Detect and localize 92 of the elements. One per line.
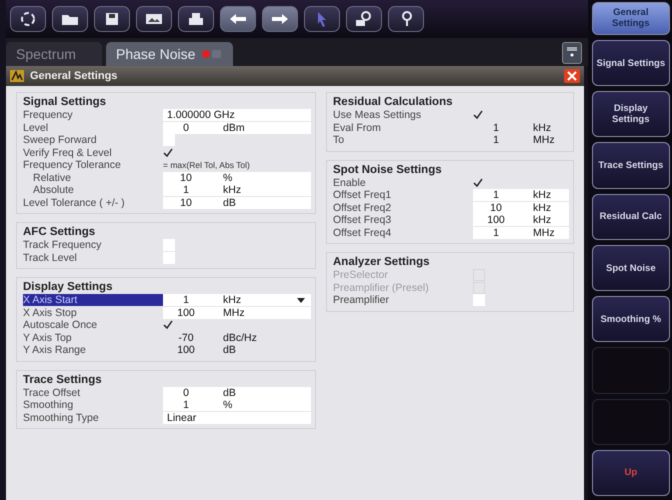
value-field[interactable]: 1.000000 GHz (163, 109, 311, 122)
setting-label[interactable]: Smoothing Type (23, 412, 163, 424)
setting-label[interactable]: Track Frequency (23, 239, 163, 252)
toolbar-button[interactable] (178, 6, 214, 32)
save-icon (105, 12, 119, 26)
softkey[interactable]: Display Settings (592, 91, 670, 138)
app-icon (10, 70, 24, 82)
softkey[interactable]: Residual Calc (592, 194, 670, 240)
status-icon (201, 49, 224, 59)
value-field[interactable]: 1 MHz (473, 226, 569, 239)
setting-label[interactable]: Track Level (23, 252, 163, 264)
value-field[interactable]: 1 kHz (473, 189, 569, 202)
value-readout: 1 MHz (492, 134, 556, 146)
group-title: Trace Settings (23, 372, 103, 386)
setting-label[interactable]: Absolute (23, 184, 163, 196)
value-field[interactable]: 1 kHz (163, 184, 311, 196)
setting-label[interactable]: Trace Offset (23, 386, 163, 399)
value-field[interactable]: 1 % (163, 399, 311, 412)
toolbar-button[interactable] (52, 6, 88, 32)
value-field[interactable]: 1 kHz (163, 294, 311, 306)
group-title: Analyzer Settings (333, 255, 430, 269)
toolbar-button[interactable] (94, 6, 130, 32)
more-button[interactable] (562, 42, 582, 64)
toolbar-button[interactable] (10, 6, 46, 32)
group-title: Residual Calculations (333, 95, 454, 109)
value-readout: 100 dB (176, 344, 237, 356)
group-title: AFC Settings (23, 225, 96, 239)
up-softkey[interactable]: Up (592, 450, 670, 496)
menu-softkey[interactable]: General Settings (592, 2, 670, 35)
value-readout: 1 kHz (492, 122, 552, 134)
tab[interactable]: Spectrum (6, 42, 102, 66)
setting-label[interactable]: Y Axis Top (23, 332, 163, 344)
softkey[interactable]: Smoothing % (592, 296, 670, 342)
check-mark[interactable] (473, 178, 483, 188)
setting-label[interactable]: Enable (333, 176, 473, 189)
setting-label[interactable]: Level Tolerance ( +/- ) (23, 196, 163, 209)
value-field[interactable]: 0 dBm (163, 122, 311, 134)
setting-label[interactable]: Autoscale Once (23, 319, 163, 332)
setting-label[interactable]: Eval From (333, 122, 473, 134)
more-icon (564, 44, 579, 58)
setting-label[interactable]: Frequency (23, 109, 163, 122)
softkey[interactable]: Signal Settings (592, 40, 670, 86)
folder-icon (61, 12, 79, 26)
tab[interactable]: Phase Noise (106, 42, 234, 66)
setting-label[interactable]: Offset Freq3 (333, 214, 473, 226)
setting-label[interactable]: To (333, 134, 473, 146)
value-field[interactable]: 100 MHz (163, 306, 311, 319)
group-title: Spot Noise Settings (333, 162, 443, 176)
pointer-icon (316, 11, 328, 27)
setting-label[interactable]: Smoothing (23, 399, 163, 412)
softkey[interactable]: Trace Settings (592, 142, 670, 189)
value-field[interactable]: Linear (163, 412, 311, 424)
setting-label[interactable]: Level (23, 122, 163, 134)
check-mark[interactable] (473, 110, 483, 120)
tolerance-note: = max(Rel Tol, Abs Tol) (163, 160, 251, 170)
toolbar-button[interactable] (346, 6, 382, 32)
setting-label[interactable]: X Axis Start (23, 294, 163, 306)
setting-label[interactable]: Preamplifier (333, 294, 473, 306)
setting-label[interactable]: Verify Freq & Level (23, 146, 163, 159)
toolbar-button[interactable] (262, 6, 298, 32)
value-field[interactable]: 10 dB (163, 196, 311, 209)
value-readout: -70 dBc/Hz (177, 332, 258, 344)
setting-label[interactable]: Y Axis Range (23, 344, 163, 356)
group-title: Display Settings (23, 280, 114, 294)
group-title: Signal Settings (23, 95, 108, 109)
refresh-icon (19, 11, 37, 27)
value-field[interactable]: 10 kHz (473, 202, 569, 214)
image-icon (145, 13, 163, 25)
toolbar-button[interactable] (136, 6, 172, 32)
dialog-title: General Settings (30, 70, 118, 82)
softkey[interactable]: Spot Noise (592, 244, 670, 292)
value-field[interactable]: 100 kHz (473, 214, 569, 226)
toolbar-button[interactable] (388, 6, 424, 32)
redo-icon (271, 13, 289, 25)
setting-label[interactable]: Use Meas Settings (333, 109, 473, 122)
setting-label[interactable]: Offset Freq1 (333, 189, 473, 202)
setting-label[interactable]: X Axis Stop (23, 306, 163, 319)
setting-label[interactable]: Offset Freq4 (333, 226, 473, 239)
undo-icon (229, 13, 247, 25)
close-icon[interactable] (564, 69, 580, 83)
setting-label[interactable]: Offset Freq2 (333, 202, 473, 214)
check-mark[interactable] (163, 148, 173, 158)
value-field[interactable]: 0 dB (163, 386, 311, 399)
setting-label[interactable]: Relative (23, 172, 163, 184)
value-field[interactable]: 10 % (163, 172, 311, 184)
printer-icon (188, 12, 204, 26)
zoom-icon (355, 11, 373, 27)
check-mark[interactable] (163, 320, 173, 330)
toolbar-button[interactable] (220, 6, 256, 32)
setting-label[interactable]: Sweep Forward (23, 134, 163, 146)
dropdown-arrow-icon[interactable] (297, 298, 305, 303)
setting-label[interactable]: Frequency Tolerance (23, 159, 163, 172)
